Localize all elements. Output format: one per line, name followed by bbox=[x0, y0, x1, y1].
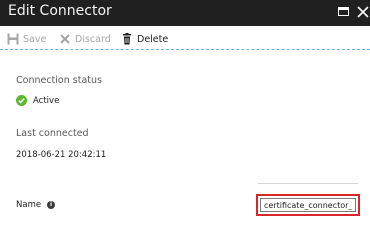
section-divider bbox=[258, 183, 358, 184]
save-button[interactable]: Save bbox=[7, 31, 46, 47]
discard-label: Discard bbox=[75, 33, 111, 45]
connection-status-label: Connection status bbox=[16, 75, 102, 86]
maximize-button[interactable] bbox=[337, 5, 351, 19]
name-label: Name bbox=[16, 200, 42, 210]
discard-x-icon bbox=[59, 33, 71, 45]
last-connected-label: Last connected bbox=[16, 128, 89, 139]
name-field-label-row: Name i bbox=[16, 200, 56, 210]
save-icon bbox=[7, 33, 19, 45]
last-connected-value: 2018-06-21 20:42:11 bbox=[16, 150, 107, 160]
delete-button[interactable]: Delete bbox=[121, 31, 168, 47]
close-icon bbox=[357, 6, 369, 18]
check-circle-icon bbox=[16, 95, 27, 106]
info-icon[interactable]: i bbox=[47, 201, 56, 209]
name-input[interactable] bbox=[260, 198, 356, 212]
maximize-icon bbox=[338, 7, 349, 16]
close-button[interactable] bbox=[356, 5, 370, 19]
save-label: Save bbox=[23, 33, 47, 45]
title-bar: Edit Connector bbox=[0, 0, 370, 26]
name-field-highlight bbox=[256, 194, 360, 216]
trash-icon bbox=[121, 33, 133, 45]
window-title: Edit Connector bbox=[8, 3, 112, 19]
delete-label: Delete bbox=[137, 33, 169, 45]
discard-button[interactable]: Discard bbox=[59, 31, 111, 47]
connection-status: Active bbox=[16, 95, 59, 106]
status-value: Active bbox=[33, 95, 60, 106]
command-bar: Save Discard Delete bbox=[0, 26, 370, 50]
